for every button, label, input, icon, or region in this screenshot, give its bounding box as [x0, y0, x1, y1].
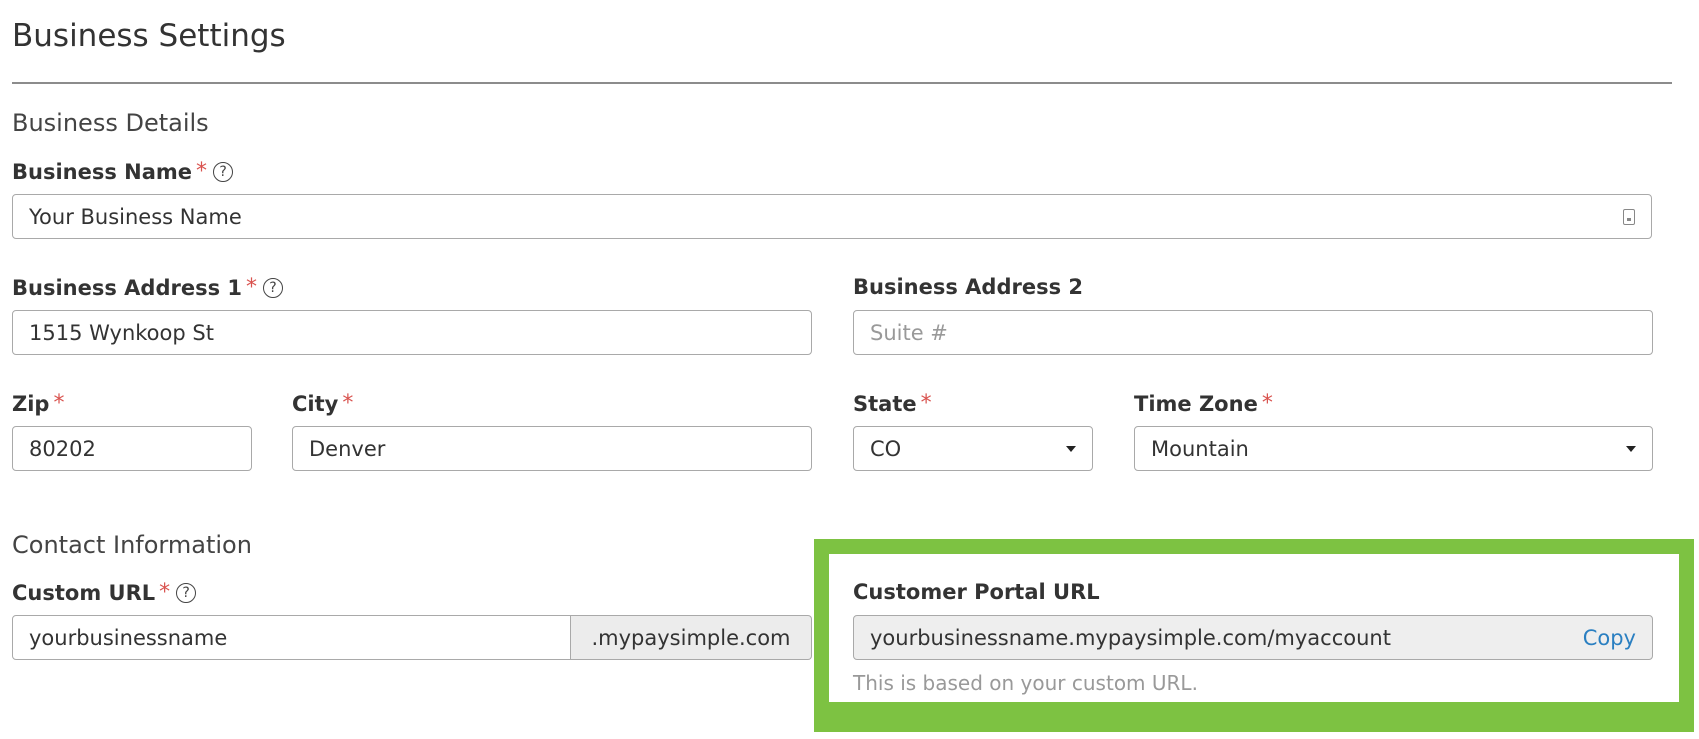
- address1-input[interactable]: 1515 Wynkoop St: [12, 310, 812, 355]
- custom-url-domain-suffix: .mypaysimple.com: [571, 615, 812, 660]
- help-icon[interactable]: ?: [176, 582, 197, 603]
- help-icon[interactable]: ?: [213, 161, 234, 182]
- contact-card-icon: [1623, 208, 1635, 225]
- time-zone-value: Mountain: [1151, 436, 1249, 461]
- city-label: City *: [292, 391, 353, 416]
- custom-url-label-text: Custom URL: [12, 580, 156, 605]
- address1-label: Business Address 1 * ?: [12, 275, 283, 300]
- city-value: Denver: [309, 436, 386, 461]
- required-marker: *: [196, 159, 208, 184]
- customer-portal-url-label: Customer Portal URL: [853, 580, 1100, 604]
- state-value: CO: [870, 436, 902, 461]
- customer-portal-url-field: yourbusinessname.mypaysimple.com/myaccou…: [853, 615, 1653, 660]
- help-icon[interactable]: ?: [263, 277, 283, 298]
- zip-label: Zip *: [12, 391, 64, 416]
- customer-portal-url-hint: This is based on your custom URL.: [853, 671, 1198, 695]
- zip-input[interactable]: 80202: [12, 426, 252, 471]
- required-marker: *: [920, 391, 932, 416]
- state-label-text: State: [853, 391, 917, 416]
- required-marker: *: [53, 391, 65, 416]
- business-name-label: Business Name * ?: [12, 159, 234, 184]
- address2-label-text: Business Address 2: [853, 275, 1083, 299]
- zip-label-text: Zip: [12, 391, 50, 416]
- address2-input[interactable]: Suite #: [853, 310, 1653, 355]
- business-name-input[interactable]: Your Business Name: [12, 194, 1652, 239]
- required-marker: *: [342, 391, 354, 416]
- customer-portal-url-value: yourbusinessname.mypaysimple.com/myaccou…: [870, 625, 1391, 650]
- required-marker: *: [159, 580, 171, 605]
- chevron-down-icon: [1066, 445, 1076, 452]
- city-label-text: City: [292, 391, 339, 416]
- address1-value: 1515 Wynkoop St: [29, 320, 214, 345]
- page-title: Business Settings: [12, 18, 286, 54]
- custom-url-value: yourbusinessname: [29, 625, 228, 650]
- time-zone-select[interactable]: Mountain: [1134, 426, 1653, 471]
- customer-portal-url-label-text: Customer Portal URL: [853, 580, 1100, 604]
- address1-label-text: Business Address 1: [12, 275, 242, 300]
- copy-link[interactable]: Copy: [1583, 626, 1636, 650]
- contact-information-heading: Contact Information: [12, 531, 252, 559]
- address2-placeholder: Suite #: [870, 320, 948, 345]
- address2-label: Business Address 2: [853, 275, 1083, 299]
- time-zone-label: Time Zone *: [1134, 391, 1273, 416]
- business-name-label-text: Business Name: [12, 159, 193, 184]
- custom-url-label: Custom URL * ?: [12, 580, 197, 605]
- custom-url-input[interactable]: yourbusinessname: [12, 615, 571, 660]
- required-marker: *: [246, 275, 257, 300]
- state-select[interactable]: CO: [853, 426, 1093, 471]
- city-input[interactable]: Denver: [292, 426, 812, 471]
- title-divider: [12, 82, 1672, 84]
- chevron-down-icon: [1626, 445, 1636, 452]
- business-name-value: Your Business Name: [29, 204, 242, 229]
- business-details-heading: Business Details: [12, 109, 209, 137]
- state-label: State *: [853, 391, 932, 416]
- zip-value: 80202: [29, 436, 96, 461]
- time-zone-label-text: Time Zone: [1134, 391, 1258, 416]
- required-marker: *: [1261, 391, 1273, 416]
